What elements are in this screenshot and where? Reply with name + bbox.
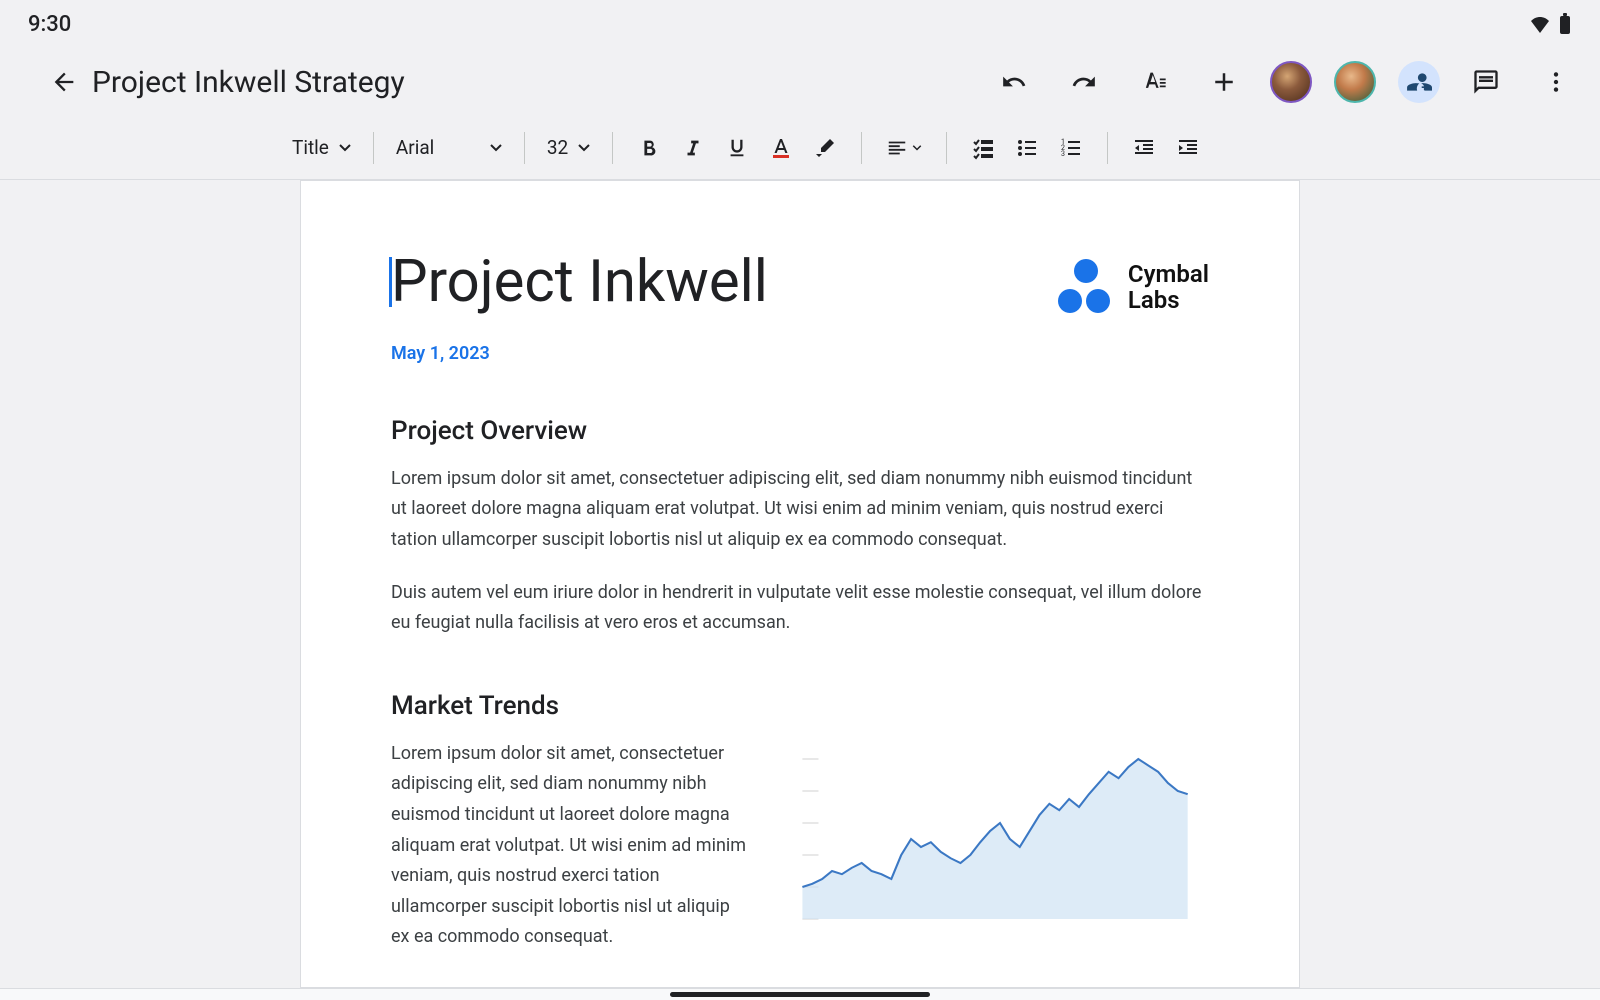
font-size-label: 32	[547, 136, 568, 159]
more-menu-button[interactable]	[1532, 58, 1580, 106]
market-trends-chart	[781, 739, 1209, 939]
font-family-label: Arial	[396, 136, 434, 159]
numbered-list-button[interactable]: 123	[1049, 126, 1093, 170]
share-button[interactable]	[1398, 61, 1440, 103]
body-paragraph[interactable]: Duis autem vel eum iriure dolor in hendr…	[391, 578, 1209, 639]
document-page[interactable]: Project Inkwell May 1, 2023 Cymbal Labs …	[300, 180, 1300, 988]
logo-text-line2: Labs	[1128, 287, 1209, 313]
collaborator-avatar-2[interactable]	[1334, 61, 1376, 103]
text-color-button[interactable]	[759, 126, 803, 170]
system-nav-bar	[0, 988, 1600, 1000]
section-overview[interactable]: Project Overview Lorem ipsum dolor sit a…	[391, 416, 1209, 639]
page-title[interactable]: Project Inkwell	[391, 251, 1058, 315]
highlight-button[interactable]	[803, 126, 847, 170]
chevron-down-icon	[339, 144, 351, 152]
document-title[interactable]: Project Inkwell Strategy	[92, 65, 990, 100]
indent-button[interactable]	[1166, 126, 1210, 170]
section-heading[interactable]: Project Overview	[391, 416, 1209, 446]
document-date[interactable]: May 1, 2023	[391, 343, 1058, 364]
checklist-button[interactable]	[961, 126, 1005, 170]
bullet-list-button[interactable]	[1005, 126, 1049, 170]
comments-button[interactable]	[1462, 58, 1510, 106]
collaborator-avatar-1[interactable]	[1270, 61, 1312, 103]
home-handle[interactable]	[670, 992, 930, 997]
formatting-toolbar: Title Arial 32 123	[0, 116, 1600, 180]
insert-button[interactable]	[1200, 58, 1248, 106]
font-size-select[interactable]: 32	[539, 136, 598, 159]
italic-button[interactable]	[671, 126, 715, 170]
body-paragraph[interactable]: Lorem ipsum dolor sit amet, consectetuer…	[391, 739, 751, 953]
align-button[interactable]	[876, 126, 932, 170]
battery-icon	[1558, 13, 1572, 35]
text-cursor	[389, 257, 392, 307]
chevron-down-icon	[578, 144, 590, 152]
body-paragraph[interactable]: Lorem ipsum dolor sit amet, consectetuer…	[391, 464, 1209, 556]
section-trends[interactable]: Market Trends Lorem ipsum dolor sit amet…	[391, 691, 1209, 975]
bold-button[interactable]	[627, 126, 671, 170]
paragraph-style-select[interactable]: Title	[284, 136, 359, 159]
device-status-bar: 9:30	[0, 0, 1600, 48]
redo-button[interactable]	[1060, 58, 1108, 106]
section-heading[interactable]: Market Trends	[391, 691, 1209, 721]
page-title-text: Project Inkwell	[391, 248, 768, 316]
paragraph-style-label: Title	[292, 136, 329, 159]
document-canvas[interactable]: Project Inkwell May 1, 2023 Cymbal Labs …	[0, 180, 1600, 988]
chevron-down-icon	[490, 144, 502, 152]
underline-button[interactable]	[715, 126, 759, 170]
app-bar: Project Inkwell Strategy	[0, 48, 1600, 116]
status-indicators	[1528, 13, 1572, 35]
text-format-button[interactable]	[1130, 58, 1178, 106]
back-button[interactable]	[40, 58, 88, 106]
font-family-select[interactable]: Arial	[388, 136, 510, 159]
company-logo: Cymbal Labs	[1058, 259, 1209, 315]
wifi-icon	[1528, 15, 1552, 33]
logo-mark-icon	[1058, 259, 1114, 315]
svg-text:3: 3	[1061, 150, 1065, 158]
logo-text-line1: Cymbal	[1128, 261, 1209, 287]
outdent-button[interactable]	[1122, 126, 1166, 170]
chevron-down-icon	[912, 145, 922, 151]
status-time: 9:30	[28, 12, 71, 37]
undo-button[interactable]	[990, 58, 1038, 106]
